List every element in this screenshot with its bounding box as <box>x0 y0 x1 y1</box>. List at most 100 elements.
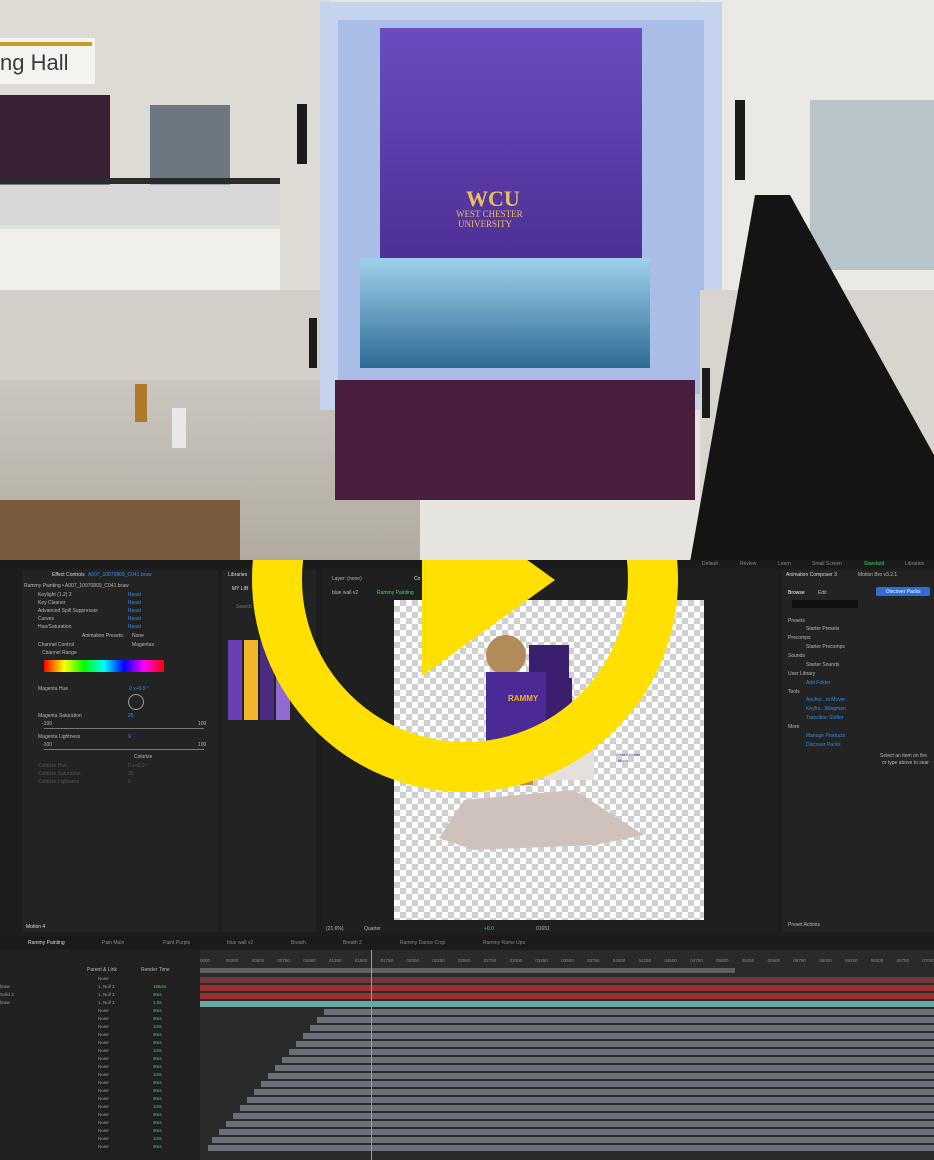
saturation-slider[interactable] <box>44 728 204 729</box>
layer-bar[interactable] <box>200 1001 934 1007</box>
layer-row[interactable]: braw 1. Null 1 196ms <box>0 984 200 992</box>
layer-parent[interactable]: None <box>98 1008 109 1013</box>
time-ruler[interactable]: 0000 00250 00500 00750 01000 01250 01500 01750 0… <box>200 958 934 968</box>
work-area-bar[interactable] <box>200 968 735 973</box>
layer-row[interactable]: None 0ms <box>0 1064 200 1072</box>
ac-edit-tab[interactable]: Edit <box>818 590 827 596</box>
layer-parent[interactable]: None <box>98 1096 109 1101</box>
layer-bar[interactable] <box>200 993 934 999</box>
layer-row[interactable]: Solid 3 1. Null 1 0ms <box>0 992 200 1000</box>
hue-dial[interactable] <box>128 694 144 710</box>
ac-browse-tab[interactable]: Browse <box>788 590 805 596</box>
layer-parent[interactable]: None <box>98 1104 109 1109</box>
ac-discover-packs[interactable]: Discover Packs <box>806 742 840 748</box>
layer-bar[interactable] <box>324 1009 934 1015</box>
layer-bar[interactable] <box>303 1033 934 1039</box>
layer-bar[interactable] <box>289 1049 934 1055</box>
layer-parent[interactable]: None <box>98 1032 109 1037</box>
layer-row[interactable]: None 0ms <box>0 1032 200 1040</box>
ac-tool-anchor-mover[interactable]: Anchor...nt Mover <box>806 697 845 703</box>
zoom-select[interactable]: (21.6%) <box>326 926 344 932</box>
ac-starter-sounds[interactable]: Starter Sounds <box>806 662 839 668</box>
layer-parent[interactable]: None <box>98 1016 109 1021</box>
layer-bar[interactable] <box>254 1089 934 1095</box>
layer-parent[interactable]: 1. Null 1 <box>98 992 115 997</box>
ac-tab-motion-bro[interactable]: Motion Bro v3.2.1 <box>858 572 897 578</box>
workspace-standard[interactable]: Standard <box>864 561 884 567</box>
timeline-tab[interactable]: Paint Purple <box>163 940 190 946</box>
magenta-light-value[interactable]: 9 <box>128 734 131 740</box>
effect-reset[interactable]: Reset <box>128 600 141 606</box>
ac-manage-products[interactable]: Manage Products <box>806 733 845 739</box>
layer-parent[interactable]: None <box>98 1056 109 1061</box>
layer-row[interactable]: braw 1. Null 1 1.5s <box>0 1000 200 1008</box>
layer-bar[interactable] <box>296 1041 934 1047</box>
layer-row[interactable]: None 0ms <box>0 1096 200 1104</box>
magenta-hue-value[interactable]: 0 x+0.0 ° <box>129 686 149 692</box>
layer-bar[interactable] <box>200 977 934 983</box>
resolution-select[interactable]: Quarter <box>364 926 381 932</box>
timeline-tab[interactable]: Pain Main <box>102 940 124 946</box>
layer-parent[interactable]: None <box>98 1136 109 1141</box>
workspace-learn[interactable]: Learn <box>778 561 791 567</box>
panel-footer-tab[interactable]: Motion 4 <box>26 924 45 930</box>
layer-parent[interactable]: 1. Null 1 <box>98 984 115 989</box>
animation-presets-value[interactable]: None <box>132 633 144 639</box>
layer-bar[interactable] <box>247 1097 934 1103</box>
layer-row[interactable]: None 1ms <box>0 1024 200 1032</box>
effect-reset[interactable]: Reset <box>128 592 141 598</box>
ac-starter-presets[interactable]: Starter Presets <box>806 626 839 632</box>
layer-row[interactable]: None 0ms <box>0 1016 200 1024</box>
ac-starter-precomps[interactable]: Starter Precomps <box>806 644 845 650</box>
effect-reset[interactable]: Reset <box>128 608 141 614</box>
ac-title[interactable]: Animation Composer 3 <box>786 572 837 578</box>
layer-parent[interactable]: None <box>98 1064 109 1069</box>
effect-reset[interactable]: Reset <box>128 624 141 630</box>
ac-search-input[interactable] <box>792 600 858 608</box>
layer-bar[interactable] <box>275 1065 934 1071</box>
timeline-tab[interactable]: Breath 2 <box>343 940 362 946</box>
layer-bar[interactable] <box>219 1129 934 1135</box>
layer-row[interactable]: None 1ms <box>0 1104 200 1112</box>
layer-bar[interactable] <box>310 1025 934 1031</box>
comp-timecode[interactable]: 01651 <box>536 926 550 932</box>
effect-controls-title[interactable]: Effect Controls <box>52 572 85 578</box>
effect-reset[interactable]: Reset <box>128 616 141 622</box>
layer-bar[interactable] <box>282 1057 934 1063</box>
layer-row[interactable]: None 0ms <box>0 1144 200 1152</box>
ac-preset-actions[interactable]: Preset Actions <box>788 922 820 928</box>
layer-parent[interactable]: None <box>98 1120 109 1125</box>
layer-bar[interactable] <box>268 1073 934 1079</box>
layer-parent[interactable]: None <box>98 1128 109 1133</box>
layer-row[interactable]: None 0ms <box>0 1008 200 1016</box>
layer-parent[interactable]: None <box>98 1144 109 1149</box>
lightness-slider[interactable] <box>44 749 204 750</box>
layer-parent[interactable]: None <box>98 976 109 981</box>
layer-bar[interactable] <box>233 1113 934 1119</box>
layer-row[interactable]: None 0ms <box>0 1088 200 1096</box>
ac-add-folder[interactable]: Add Folder <box>806 680 830 686</box>
layer-row[interactable]: None 0ms <box>0 1112 200 1120</box>
workspace-default[interactable]: Default <box>702 561 718 567</box>
channel-range-gradient[interactable] <box>44 660 164 672</box>
layer-parent[interactable]: None <box>98 1072 109 1077</box>
libraries-title[interactable]: Libraries <box>228 572 247 578</box>
libraries-my-lib[interactable]: MY LIB <box>232 586 248 592</box>
layer-row[interactable]: None 1ms <box>0 1048 200 1056</box>
layer-parent[interactable]: None <box>98 1088 109 1093</box>
layer-row[interactable]: None 1ms <box>0 1136 200 1144</box>
workspace-small-screen[interactable]: Small Screen <box>812 561 842 567</box>
layer-row[interactable]: None <box>0 976 200 984</box>
layer-parent[interactable]: None <box>98 1112 109 1117</box>
ac-tool-transition-shifter[interactable]: Transition Shifter <box>806 715 844 721</box>
timeline-tab[interactable]: Rammy Painting <box>28 940 65 946</box>
colorize-checkbox[interactable]: Colorize <box>134 754 152 760</box>
layer-bar[interactable] <box>317 1017 934 1023</box>
exposure-value[interactable]: +0.0 <box>484 926 494 932</box>
magenta-sat-value[interactable]: 25 <box>128 713 134 719</box>
layer-parent[interactable]: None <box>98 1080 109 1085</box>
layer-bar[interactable] <box>261 1081 934 1087</box>
timeline-tab[interactable]: Breath <box>291 940 306 946</box>
timeline-tab[interactable]: blue wall v2 <box>227 940 253 946</box>
layer-row[interactable]: None 0ms <box>0 1056 200 1064</box>
